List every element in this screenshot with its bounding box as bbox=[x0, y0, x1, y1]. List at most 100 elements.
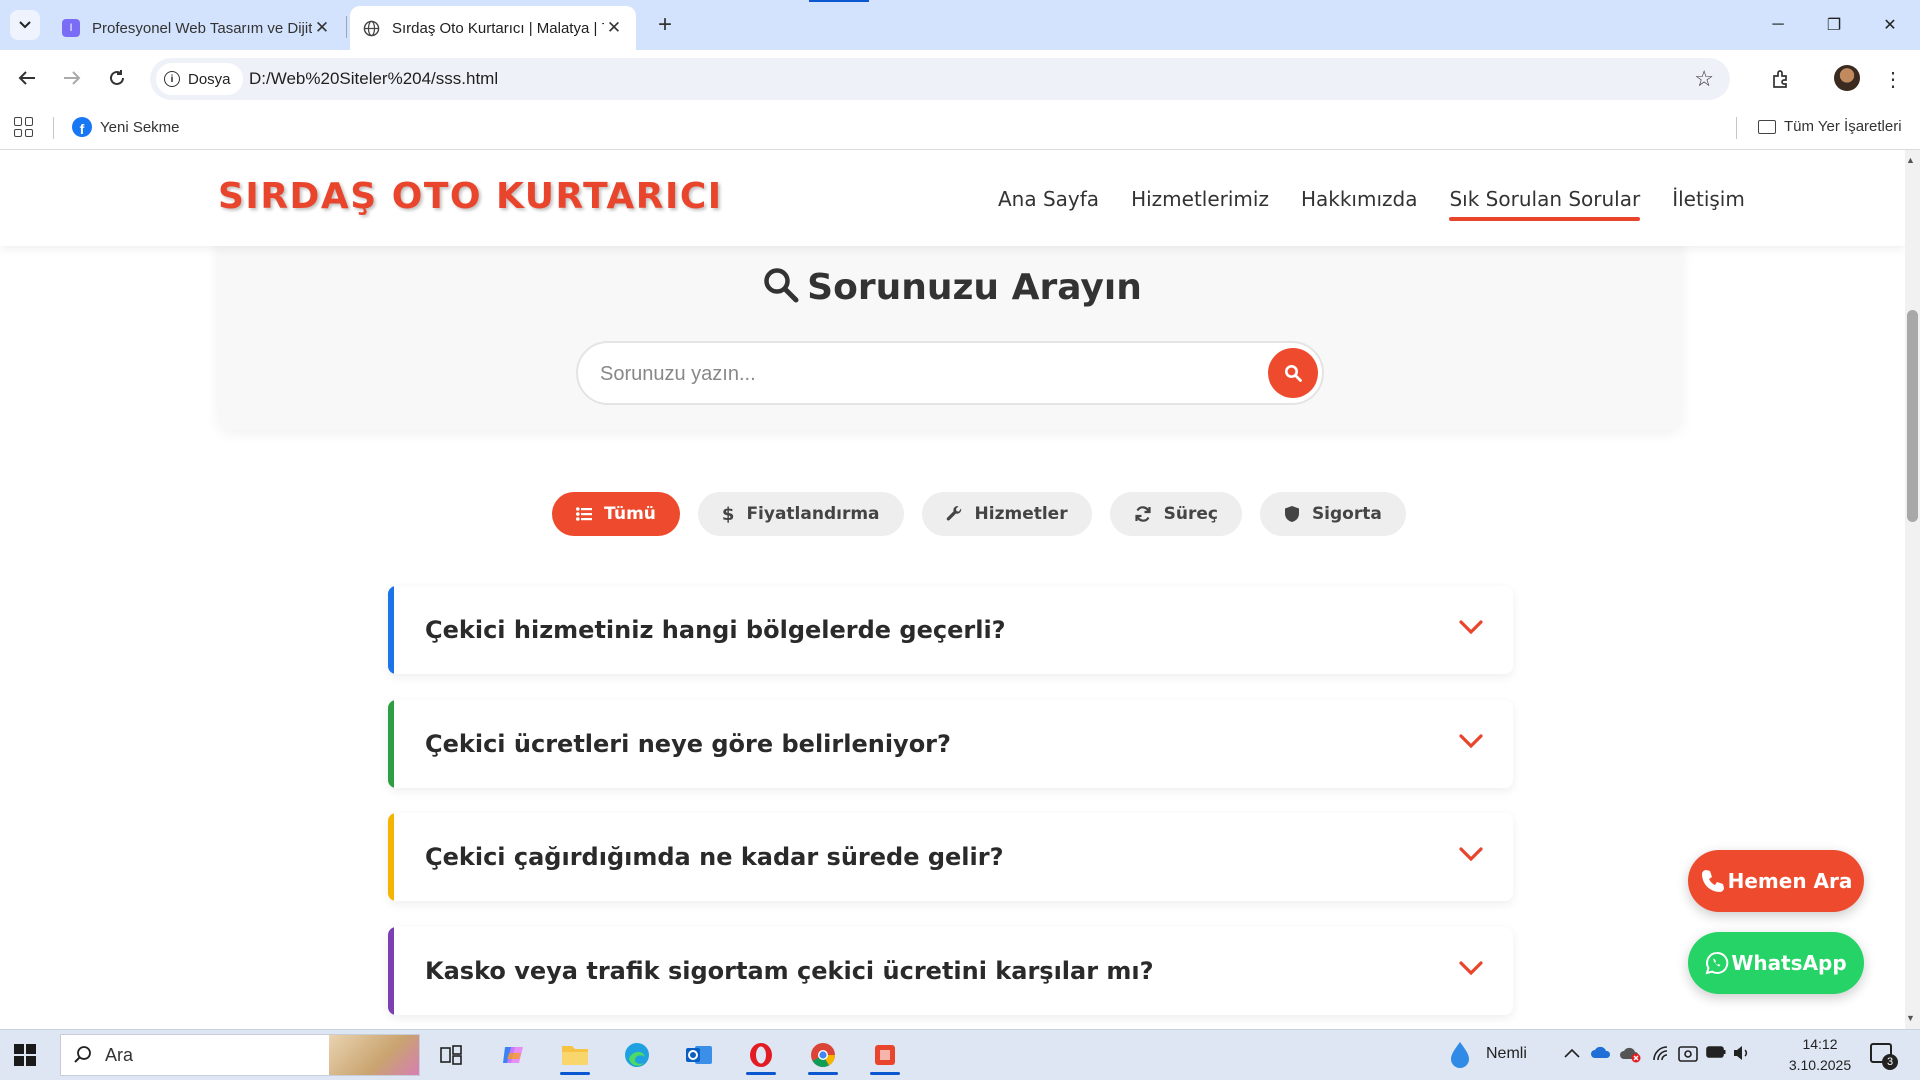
faq-item[interactable]: Kasko veya trafik sigortam çekici ücreti… bbox=[388, 927, 1513, 1015]
scroll-down-arrow-icon[interactable]: ▼ bbox=[1906, 1013, 1915, 1023]
bookmarks-bar: f Yeni Sekme Tüm Yer İşaretleri bbox=[0, 107, 1920, 150]
tab-web-design[interactable]: I Profesyonel Web Tasarım ve Dijital ✕ bbox=[50, 6, 344, 50]
faq-accent-bar bbox=[388, 586, 394, 674]
restore-icon[interactable]: ❐ bbox=[1806, 0, 1862, 50]
faq-question: Çekici çağırdığımda ne kadar sürede geli… bbox=[425, 843, 1004, 871]
tab-search-button[interactable] bbox=[10, 10, 40, 40]
copilot-icon[interactable] bbox=[490, 1035, 536, 1075]
weather-label[interactable]: Nemli bbox=[1486, 1045, 1527, 1063]
taskbar-search-label: Ara bbox=[105, 1044, 134, 1065]
outlook-icon[interactable] bbox=[676, 1035, 722, 1075]
search-title: Sorunuzu Arayın bbox=[807, 267, 1142, 308]
profile-avatar[interactable] bbox=[1834, 65, 1860, 91]
taskbar-clock[interactable]: 14:12 3.10.2025 bbox=[1780, 1034, 1860, 1076]
security-icon[interactable] bbox=[1678, 1045, 1698, 1068]
tab-sirdas[interactable]: Sırdaş Oto Kurtarıcı | Malatya | 7/24 ✕ bbox=[350, 6, 636, 50]
faq-item[interactable]: Çekici hizmetiniz hangi bölgelerde geçer… bbox=[388, 586, 1513, 674]
globe-icon bbox=[362, 19, 380, 37]
url-text[interactable]: D:/Web%20Siteler%204/sss.html bbox=[249, 69, 498, 89]
new-tab-button[interactable]: + bbox=[650, 10, 680, 40]
forward-arrow-icon[interactable] bbox=[54, 60, 90, 96]
tab-divider bbox=[346, 16, 347, 38]
site-info-chip[interactable]: i Dosya bbox=[156, 63, 243, 95]
faq-item[interactable]: Çekici ücretleri neye göre belirleniyor? bbox=[388, 700, 1513, 788]
page-scrollbar[interactable] bbox=[1905, 150, 1920, 1029]
battery-icon[interactable] bbox=[1706, 1045, 1726, 1063]
taskbar-search[interactable]: Ara bbox=[60, 1034, 420, 1076]
info-icon: i bbox=[164, 71, 180, 87]
more-menu-icon[interactable]: ⋮ bbox=[1876, 62, 1910, 96]
bookmark-label: Yeni Sekme bbox=[100, 118, 180, 136]
pdf-app-icon[interactable] bbox=[862, 1035, 908, 1075]
clock-date: 3.10.2025 bbox=[1788, 1057, 1852, 1073]
nav-about[interactable]: Hakkımızda bbox=[1301, 187, 1418, 211]
tab-title: Sırdaş Oto Kurtarıcı | Malatya | 7/24 bbox=[392, 19, 604, 37]
chrome-icon[interactable] bbox=[800, 1035, 846, 1075]
call-now-button[interactable]: Hemen Ara bbox=[1688, 850, 1864, 912]
reload-icon[interactable] bbox=[99, 60, 135, 96]
close-tab-icon[interactable]: ✕ bbox=[604, 18, 624, 38]
bookmark-yeni-sekme[interactable]: f Yeni Sekme bbox=[72, 117, 180, 137]
nav-services[interactable]: Hizmetlerimiz bbox=[1131, 187, 1269, 211]
search-submit-button[interactable] bbox=[1268, 348, 1318, 398]
minimize-icon[interactable]: ─ bbox=[1750, 0, 1806, 50]
faq-item[interactable]: Çekici çağırdığımda ne kadar sürede geli… bbox=[388, 813, 1513, 901]
all-bookmarks-label: Tüm Yer İşaretleri bbox=[1784, 118, 1902, 135]
search-icon bbox=[1285, 365, 1302, 382]
chevron-down-icon[interactable] bbox=[1459, 619, 1483, 635]
active-app-indicator bbox=[808, 1072, 838, 1075]
filter-label: Süreç bbox=[1163, 504, 1218, 524]
sync-icon bbox=[1134, 505, 1152, 523]
file-explorer-icon[interactable] bbox=[552, 1035, 598, 1075]
scroll-up-arrow-icon[interactable]: ▲ bbox=[1906, 155, 1915, 165]
bookmarks-divider bbox=[1736, 117, 1737, 139]
whatsapp-button[interactable]: WhatsApp bbox=[1688, 932, 1864, 994]
chevron-down-icon[interactable] bbox=[1459, 733, 1483, 749]
search-box bbox=[576, 341, 1324, 405]
tab-title: Profesyonel Web Tasarım ve Dijital bbox=[92, 19, 312, 37]
task-view-icon[interactable] bbox=[428, 1035, 474, 1075]
shield-icon bbox=[1284, 505, 1300, 523]
onedrive-icon[interactable] bbox=[1590, 1045, 1612, 1064]
filter-label: Tümü bbox=[604, 504, 656, 524]
all-bookmarks-button[interactable]: Tüm Yer İşaretleri bbox=[1758, 118, 1902, 135]
bookmark-star-icon[interactable]: ☆ bbox=[1694, 66, 1714, 92]
apps-grid-icon[interactable] bbox=[14, 117, 34, 137]
windows-taskbar: Ara Nemli 14:12 3.10.2025 3 bbox=[0, 1029, 1920, 1080]
filter-process[interactable]: Süreç bbox=[1109, 492, 1242, 536]
sync-error-icon[interactable] bbox=[1620, 1045, 1642, 1068]
nav-faq[interactable]: Sık Sorulan Sorular bbox=[1449, 187, 1640, 221]
opera-icon[interactable] bbox=[738, 1035, 784, 1075]
edge-icon[interactable] bbox=[614, 1035, 660, 1075]
volume-icon[interactable] bbox=[1732, 1045, 1752, 1066]
wrench-icon bbox=[946, 505, 963, 523]
wifi-icon[interactable] bbox=[1652, 1045, 1670, 1066]
weather-drop-icon[interactable] bbox=[1447, 1040, 1473, 1075]
active-app-indicator bbox=[746, 1072, 776, 1075]
back-arrow-icon[interactable] bbox=[9, 60, 45, 96]
filter-all[interactable]: Tümü bbox=[552, 492, 680, 536]
chevron-up-icon[interactable] bbox=[1564, 1045, 1580, 1063]
chevron-down-icon[interactable] bbox=[1459, 960, 1483, 976]
nav-home[interactable]: Ana Sayfa bbox=[998, 187, 1099, 211]
filter-label: Sigorta bbox=[1311, 504, 1382, 524]
filter-label: Hizmetler bbox=[974, 504, 1068, 524]
site-logo[interactable]: SIRDAŞ OTO KURTARICI bbox=[218, 176, 723, 217]
filter-services[interactable]: Hizmetler bbox=[921, 492, 1092, 536]
close-tab-icon[interactable]: ✕ bbox=[312, 18, 332, 38]
filter-insurance[interactable]: Sigorta bbox=[1259, 492, 1406, 536]
nav-contact[interactable]: İletişim bbox=[1672, 187, 1745, 211]
whatsapp-icon bbox=[1705, 951, 1729, 975]
faq-search-input[interactable] bbox=[600, 359, 1240, 389]
close-window-icon[interactable]: ✕ bbox=[1862, 0, 1918, 50]
chevron-down-icon[interactable] bbox=[1459, 846, 1483, 862]
site-info-label: Dosya bbox=[188, 70, 231, 88]
windows-start-icon[interactable] bbox=[14, 1044, 36, 1066]
filter-pricing[interactable]: $ Fiyatlandırma bbox=[697, 492, 904, 536]
scrollbar-thumb[interactable] bbox=[1907, 310, 1918, 522]
faq-filters: Tümü $ Fiyatlandırma Hizmetler Süreç Sigo… bbox=[552, 492, 1406, 536]
extensions-icon[interactable] bbox=[1764, 62, 1798, 96]
page-viewport: SIRDAŞ OTO KURTARICI Ana Sayfa Hizmetler… bbox=[0, 150, 1905, 1029]
whatsapp-label: WhatsApp bbox=[1731, 951, 1847, 975]
address-bar[interactable]: i Dosya D:/Web%20Siteler%204/sss.html ☆ bbox=[150, 58, 1730, 100]
